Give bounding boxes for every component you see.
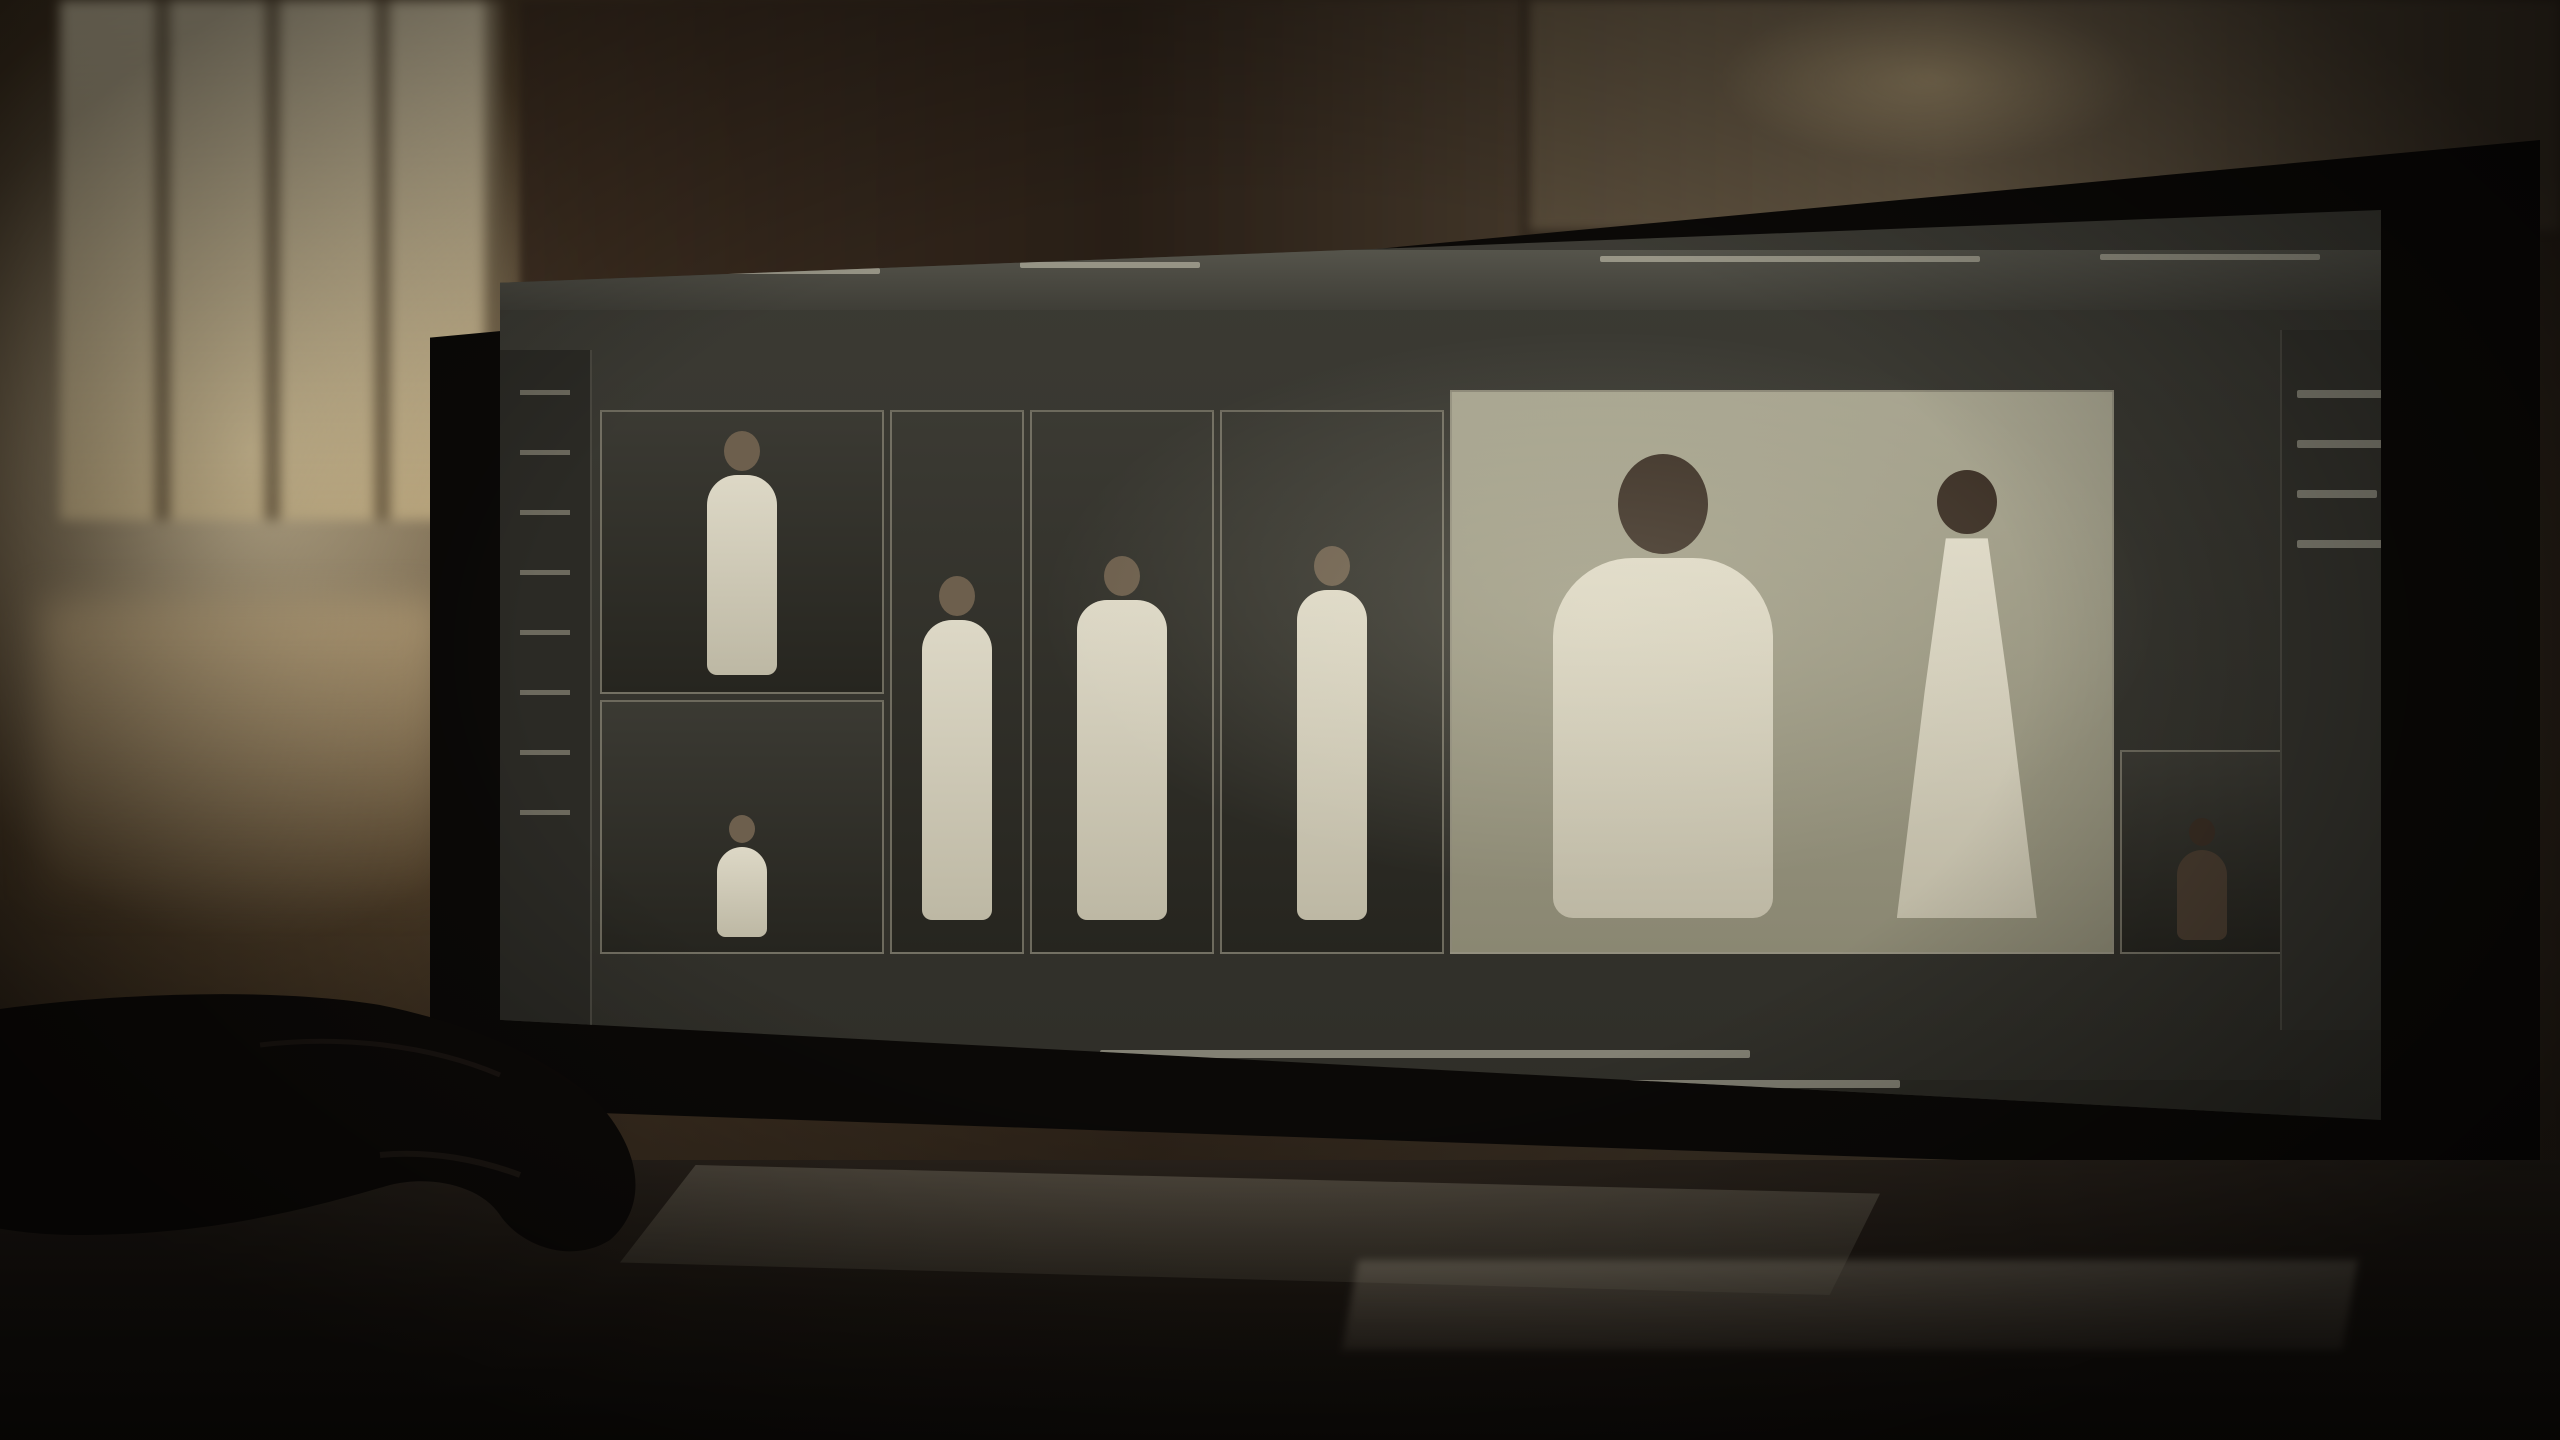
desk-reflection: [1342, 1260, 2358, 1350]
toolbar-item[interactable]: [520, 510, 570, 515]
gallery-thumbnail[interactable]: [600, 700, 884, 954]
gallery-thumbnail[interactable]: [890, 410, 1024, 954]
mannequin-figure: [717, 815, 767, 937]
toolbar-item[interactable]: [520, 390, 570, 395]
toolbar-item[interactable]: [520, 570, 570, 575]
toolbar-item[interactable]: [520, 450, 570, 455]
mannequin-figure: [707, 431, 777, 676]
toolbar-item[interactable]: [520, 810, 570, 815]
hand-icon: [0, 975, 760, 1275]
preview-image[interactable]: [1450, 390, 2114, 954]
gallery-thumbnail[interactable]: [1220, 410, 1444, 954]
window-reflection: [40, 600, 440, 900]
gallery-thumbnail[interactable]: [1030, 410, 1214, 954]
scene: [0, 0, 2560, 1440]
panel-text: [2297, 490, 2377, 498]
mannequin-figure: [1077, 555, 1167, 920]
metadata-text: [1100, 1050, 1750, 1058]
image-gallery: [600, 390, 2381, 1090]
mannequin-figure: [1297, 545, 1367, 920]
toolbar-item[interactable]: [520, 690, 570, 695]
gallery-thumbnail[interactable]: [2120, 750, 2284, 954]
mannequin-figure: [2177, 818, 2227, 940]
titlebar-text: [2100, 254, 2320, 260]
titlebar-text: [1020, 262, 1200, 268]
toolbar-item[interactable]: [520, 630, 570, 635]
panel-text: [2297, 540, 2381, 548]
titlebar-text: [1600, 256, 1980, 262]
gallery-thumbnail[interactable]: [600, 410, 884, 694]
mannequin-figure: [1553, 454, 1774, 919]
left-toolbar: [500, 350, 592, 1050]
toolbar-item[interactable]: [520, 750, 570, 755]
panel-text: [2297, 440, 2381, 448]
mannequin-figure: [1896, 470, 2037, 919]
monitor-screen: [500, 210, 2381, 1120]
mannequin-figure: [922, 575, 992, 920]
